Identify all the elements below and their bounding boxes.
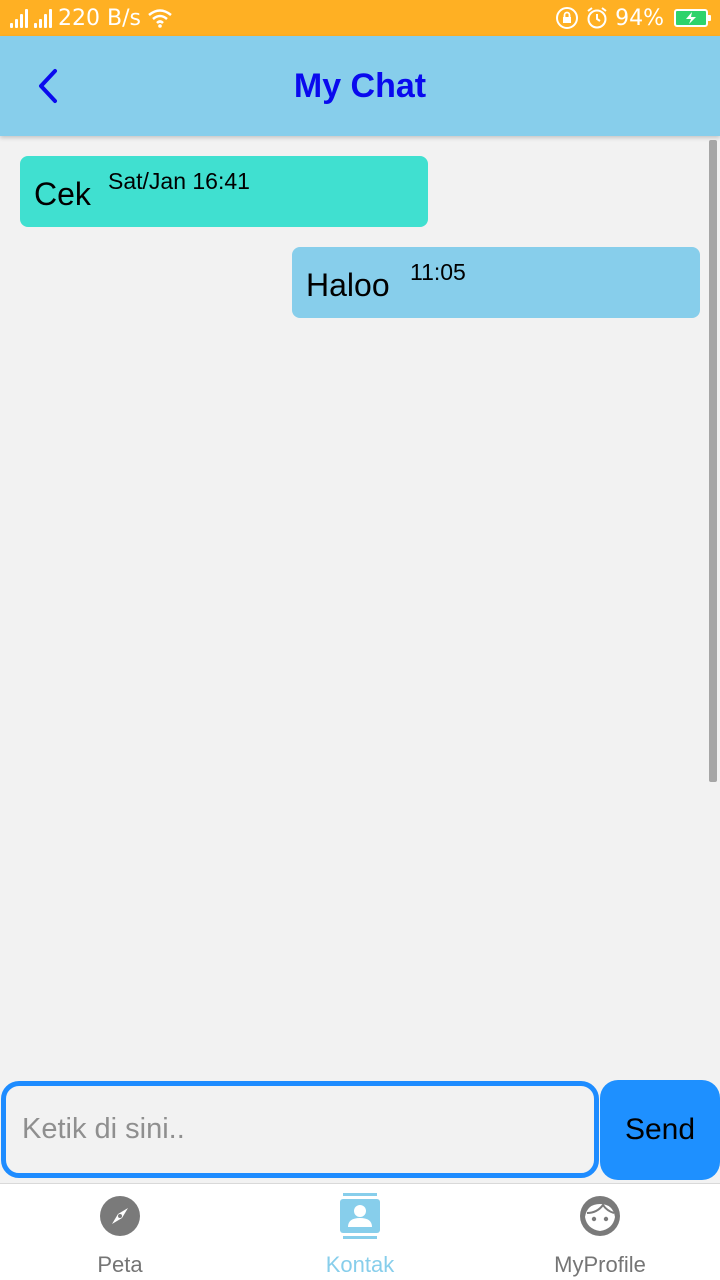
- scrollbar[interactable]: [709, 140, 717, 782]
- status-right: 94%: [555, 5, 711, 31]
- back-button[interactable]: [30, 66, 66, 106]
- chat-screen: 220 B/s 94% My Chat Cek Sat/Jan 16:41 Ha…: [0, 0, 720, 1280]
- message-text: Haloo: [306, 267, 390, 303]
- alarm-icon: [587, 7, 607, 29]
- send-button[interactable]: Send: [600, 1080, 720, 1180]
- nav-label: Peta: [97, 1252, 143, 1277]
- message-time: 11:05: [410, 259, 466, 285]
- rotation-lock-icon: [556, 7, 579, 29]
- nav-label: Kontak: [325, 1252, 395, 1277]
- message-bubble-outgoing[interactable]: Haloo 11:05: [292, 247, 700, 318]
- contact-icon: [338, 1193, 382, 1239]
- signal-icon: [10, 8, 28, 28]
- chevron-left-icon: [39, 69, 57, 103]
- message-list[interactable]: Cek Sat/Jan 16:41 Haloo 11:05: [0, 136, 720, 1080]
- compass-icon: [98, 1194, 142, 1238]
- nav-item-kontak[interactable]: Kontak: [240, 1184, 480, 1280]
- wifi-icon: [148, 9, 172, 28]
- status-bar: 220 B/s 94%: [0, 0, 720, 36]
- message-text: Cek: [34, 176, 91, 212]
- bottom-nav: Peta Kontak MyProfile: [0, 1183, 720, 1280]
- app-bar: My Chat: [0, 36, 720, 136]
- nav-item-myprofile[interactable]: MyProfile: [480, 1184, 720, 1280]
- message-bubble-incoming[interactable]: Cek Sat/Jan 16:41: [20, 156, 428, 227]
- signal-icon: [34, 8, 52, 28]
- battery-charging-icon: [674, 9, 711, 27]
- message-input[interactable]: [1, 1081, 599, 1178]
- network-speed: 220 B/s: [58, 5, 141, 31]
- battery-percent: 94%: [615, 5, 664, 31]
- page-title: My Chat: [293, 66, 427, 105]
- nav-item-peta[interactable]: Peta: [0, 1184, 240, 1280]
- face-icon: [578, 1194, 622, 1238]
- status-left: 220 B/s: [10, 6, 173, 31]
- message-time: Sat/Jan 16:41: [108, 168, 250, 194]
- composer: Send: [0, 1080, 720, 1182]
- nav-label: MyProfile: [554, 1252, 646, 1277]
